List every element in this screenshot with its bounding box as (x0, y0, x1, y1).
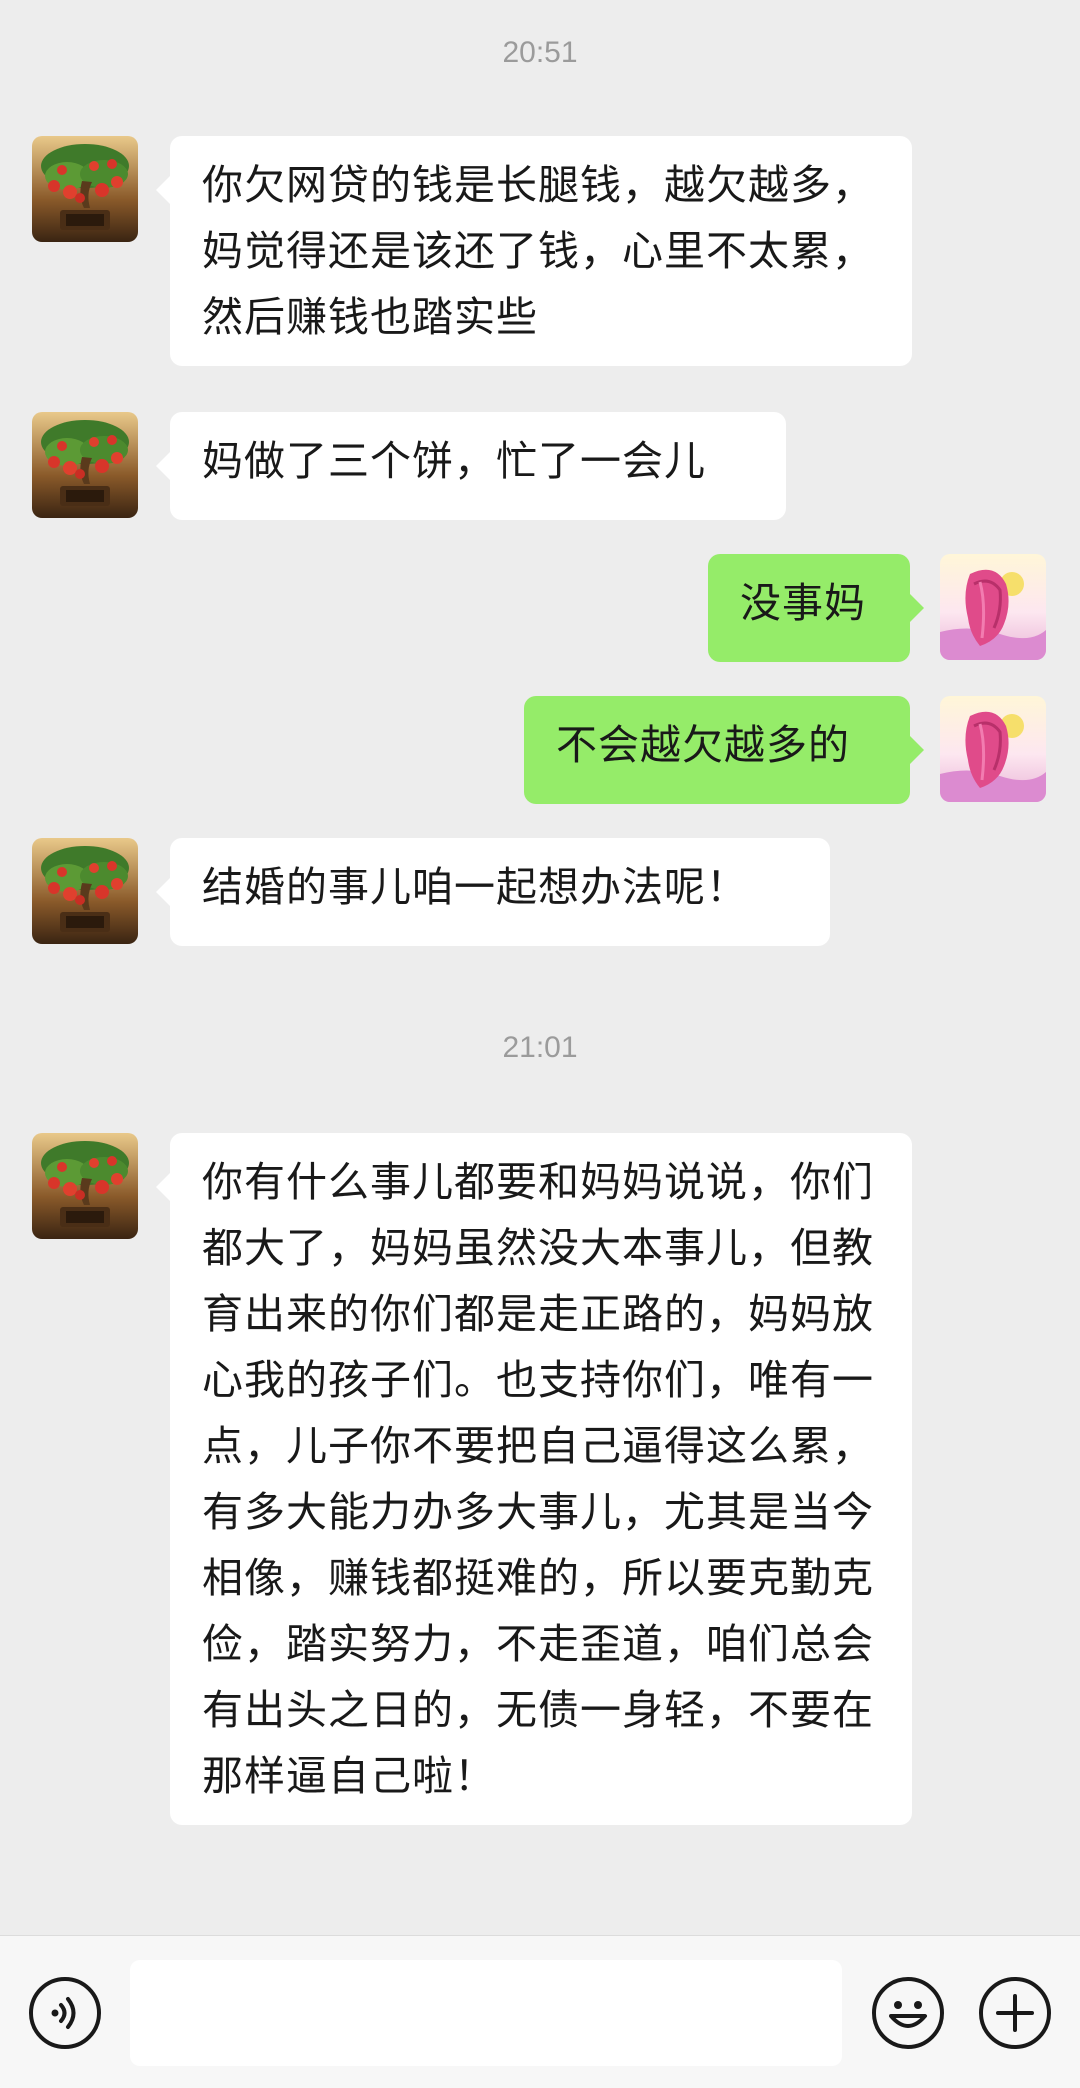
bonsai-fruit-tree-icon (32, 136, 138, 242)
incoming-message-bubble[interactable]: 你欠网贷的钱是长腿钱，越欠越多，妈觉得还是该还了钱，心里不太累，然后赚钱也踏实些 (156, 136, 912, 366)
plus-icon (979, 1977, 1051, 2049)
emoji-button[interactable] (871, 1976, 945, 2050)
mom-avatar[interactable] (32, 136, 138, 242)
bonsai-fruit-tree-icon (32, 412, 138, 518)
mom-avatar[interactable] (32, 838, 138, 944)
pink-hair-girl-icon (940, 554, 1046, 660)
timestamp: 20:51 (502, 36, 578, 69)
input-bar (0, 1935, 1080, 2088)
outgoing-message-bubble[interactable]: 不会越欠越多的 (524, 696, 924, 804)
mom-avatar[interactable] (32, 1133, 138, 1239)
my-avatar[interactable] (940, 554, 1046, 660)
more-button[interactable] (978, 1976, 1052, 2050)
my-avatar[interactable] (940, 696, 1046, 802)
timestamp: 21:01 (502, 1031, 578, 1064)
voice-button[interactable] (28, 1976, 102, 2050)
outgoing-message-bubble[interactable]: 没事妈 (708, 554, 924, 662)
emoji-icon (872, 1977, 944, 2049)
incoming-message-bubble[interactable]: 妈做了三个饼，忙了一会儿 (156, 412, 786, 520)
incoming-message-bubble[interactable]: 结婚的事儿咱一起想办法呢！ (156, 838, 830, 946)
bonsai-fruit-tree-icon (32, 838, 138, 944)
voice-icon (29, 1977, 101, 2049)
incoming-message-bubble[interactable]: 你有什么事儿都要和妈妈说说，你们都大了，妈妈虽然没大本事儿，但教育出来的你们都是… (156, 1133, 912, 1825)
mom-avatar[interactable] (32, 412, 138, 518)
bonsai-fruit-tree-icon (32, 1133, 138, 1239)
message-input[interactable] (130, 1960, 842, 2066)
pink-hair-girl-icon (940, 696, 1046, 802)
